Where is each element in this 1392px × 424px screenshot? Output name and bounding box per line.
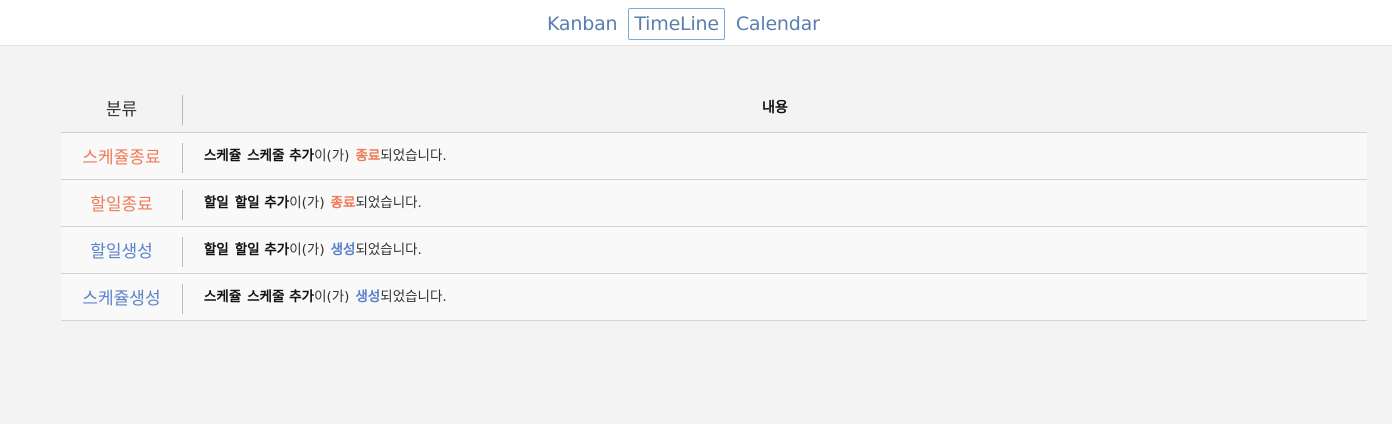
- row-particle: 이(가): [314, 288, 350, 305]
- row-status: 종료: [355, 147, 381, 164]
- row-category: 할일종료: [61, 190, 183, 220]
- row-type: 할일: [204, 241, 229, 258]
- table-row[interactable]: 스케쥴종료 스케쥴 스케줄 추가이(가) 종료되었습니다.: [61, 133, 1367, 180]
- row-suffix: 되었습니다.: [380, 147, 447, 164]
- table-header: 분류 내용: [61, 87, 1367, 133]
- row-content: 스케쥴 스케줄 추가이(가) 종료되었습니다.: [183, 144, 1367, 164]
- tab-calendar[interactable]: Calendar: [731, 8, 825, 40]
- row-status: 생성: [355, 288, 381, 305]
- row-content: 할일 할일 추가이(가) 종료되었습니다.: [183, 191, 1367, 211]
- row-particle: 이(가): [289, 194, 325, 211]
- row-category: 스케쥴생성: [61, 284, 183, 314]
- tab-kanban[interactable]: Kanban: [542, 8, 622, 40]
- table-row[interactable]: 할일생성 할일 할일 추가이(가) 생성되었습니다.: [61, 227, 1367, 274]
- table-row[interactable]: 할일종료 할일 할일 추가이(가) 종료되었습니다.: [61, 180, 1367, 227]
- row-status: 생성: [330, 241, 356, 258]
- row-particle: 이(가): [289, 241, 325, 258]
- row-type: 스케쥴: [204, 147, 242, 164]
- row-suffix: 되었습니다.: [355, 194, 422, 211]
- table-row[interactable]: 스케쥴생성 스케쥴 스케줄 추가이(가) 생성되었습니다.: [61, 274, 1367, 321]
- row-content: 할일 할일 추가이(가) 생성되었습니다.: [183, 238, 1367, 258]
- row-category: 스케쥴종료: [61, 143, 183, 173]
- row-title: 스케줄 추가: [247, 147, 315, 164]
- top-navigation-bar: Kanban TimeLine Calendar: [0, 0, 1392, 46]
- view-switcher: Kanban TimeLine Calendar: [541, 8, 826, 40]
- header-category: 분류: [61, 94, 183, 125]
- row-suffix: 되었습니다.: [355, 241, 422, 258]
- row-title: 할일 추가: [234, 241, 290, 258]
- row-title: 스케줄 추가: [247, 288, 315, 305]
- header-content: 내용: [762, 100, 788, 116]
- row-category: 할일생성: [61, 237, 183, 267]
- row-type: 스케쥴: [204, 288, 242, 305]
- row-suffix: 되었습니다.: [380, 288, 447, 305]
- row-type: 할일: [204, 194, 229, 211]
- row-title: 할일 추가: [234, 194, 290, 211]
- row-content: 스케쥴 스케줄 추가이(가) 생성되었습니다.: [183, 285, 1367, 305]
- row-status: 종료: [330, 194, 356, 211]
- tab-timeline[interactable]: TimeLine: [628, 8, 725, 40]
- timeline-table: 분류 내용 스케쥴종료 스케쥴 스케줄 추가이(가) 종료되었습니다. 할일종료 할…: [61, 87, 1367, 321]
- row-particle: 이(가): [314, 147, 350, 164]
